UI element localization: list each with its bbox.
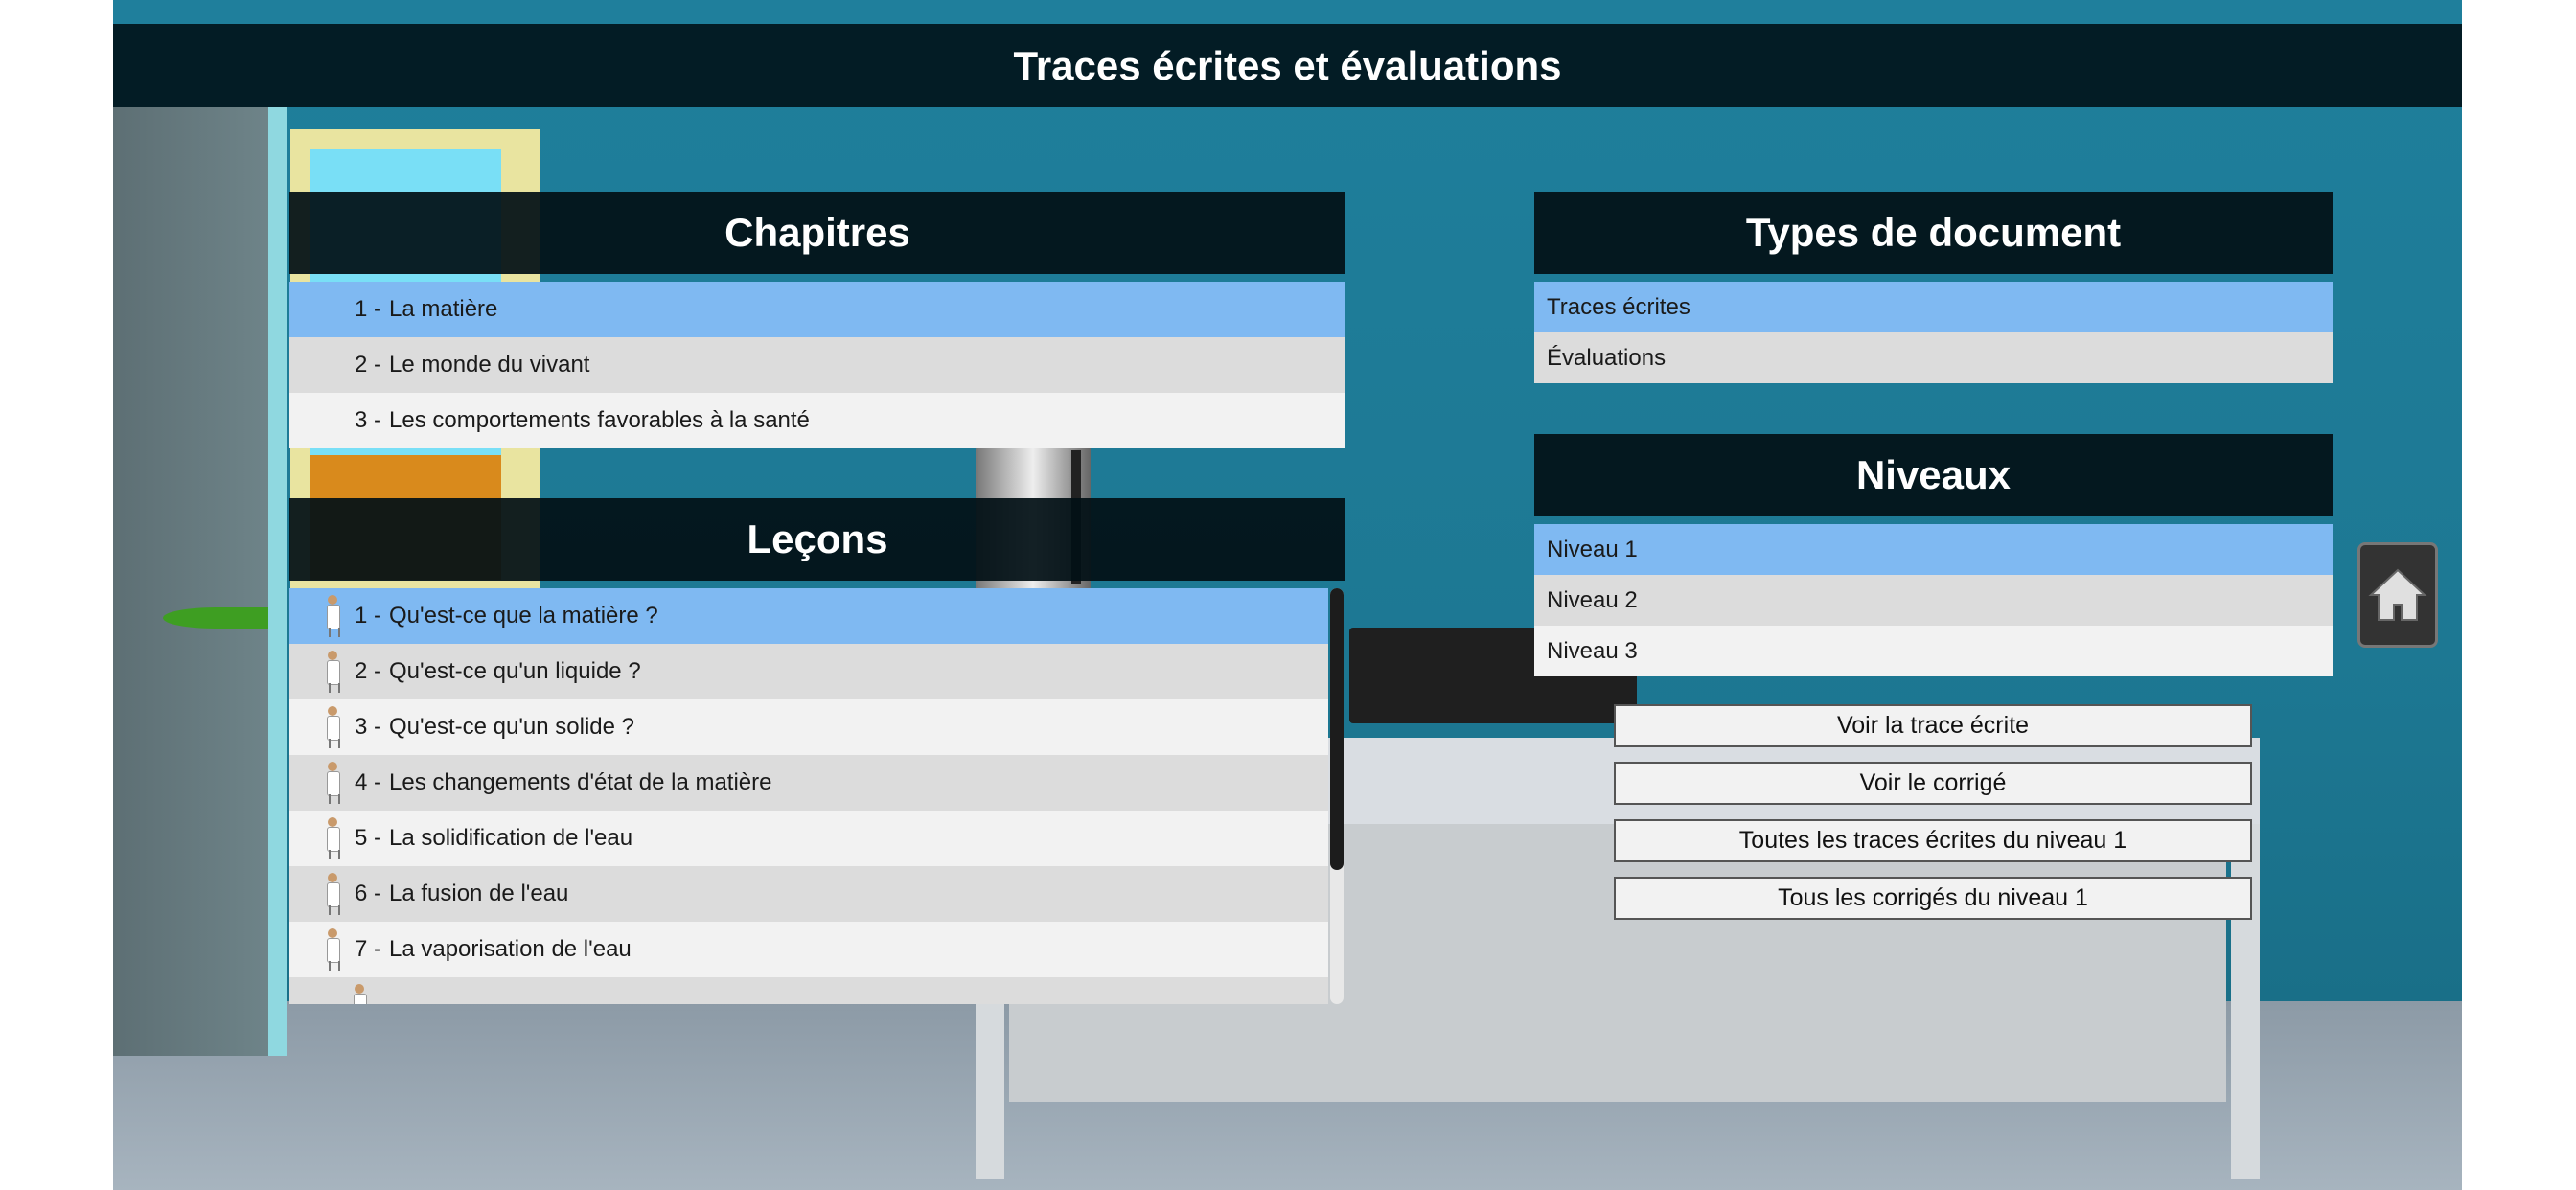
lecon-item-7[interactable]: 7 - La vaporisation de l'eau (289, 922, 1328, 977)
lecon-num: 1 - (354, 603, 381, 629)
student-icon (324, 706, 341, 748)
niveaux-header: Niveaux (1534, 434, 2333, 516)
lecon-num: 5 - (354, 825, 381, 851)
types-list: Traces écrites Évaluations (1534, 282, 2333, 383)
chapitre-label: La matière (389, 296, 498, 322)
student-icon (324, 817, 341, 859)
type-item-traces[interactable]: Traces écrites (1534, 282, 2333, 332)
page-title: Traces écrites et évaluations (113, 24, 2462, 107)
chapitre-num: 1 - (354, 296, 381, 322)
lecon-label: La solidification de l'eau (389, 825, 633, 851)
chapitres-list: 1 - La matière 2 - Le monde du vivant 3 … (289, 282, 1346, 448)
lecon-label: Les changements d'état de la matière (389, 769, 772, 795)
home-icon (2368, 568, 2427, 621)
chapitre-item-3[interactable]: 3 - Les comportements favorables à la sa… (289, 393, 1346, 448)
lecon-item-8-partial[interactable] (289, 977, 1328, 1004)
lecons-header: Leçons (289, 498, 1346, 581)
types-header: Types de document (1534, 192, 2333, 274)
chapitre-num: 2 - (354, 352, 381, 378)
toutes-traces-button[interactable]: Toutes les traces écrites du niveau 1 (1614, 819, 2252, 862)
chapitre-num: 3 - (354, 407, 381, 433)
voir-corrige-button[interactable]: Voir le corrigé (1614, 762, 2252, 805)
student-icon (351, 984, 368, 1004)
lecon-item-4[interactable]: 4 - Les changements d'état de la matière (289, 755, 1328, 811)
lecon-item-5[interactable]: 5 - La solidification de l'eau (289, 811, 1328, 866)
student-icon (324, 595, 341, 637)
lecon-item-1[interactable]: 1 - Qu'est-ce que la matière ? (289, 588, 1328, 644)
lecon-label: La vaporisation de l'eau (389, 936, 632, 962)
lecon-label: Qu'est-ce qu'un solide ? (389, 714, 634, 740)
lecons-list: 1 - Qu'est-ce que la matière ? 2 - Qu'es… (289, 588, 1328, 1004)
student-icon (324, 928, 341, 971)
lecon-label: Qu'est-ce que la matière ? (389, 603, 658, 629)
niveaux-list: Niveau 1 Niveau 2 Niveau 3 (1534, 524, 2333, 679)
niveau-item-1[interactable]: Niveau 1 (1534, 524, 2333, 575)
student-icon (324, 873, 341, 915)
lecon-item-3[interactable]: 3 - Qu'est-ce qu'un solide ? (289, 699, 1328, 755)
lecon-num: 4 - (354, 769, 381, 795)
student-icon (324, 762, 341, 804)
niveau-item-3[interactable]: Niveau 3 (1534, 626, 2333, 676)
door-handle-decoration (163, 607, 268, 629)
lecon-label: Qu'est-ce qu'un liquide ? (389, 658, 641, 684)
home-button[interactable] (2358, 542, 2438, 648)
lecon-num: 6 - (354, 881, 381, 906)
type-item-evaluations[interactable]: Évaluations (1534, 332, 2333, 383)
lecon-label: La fusion de l'eau (389, 881, 569, 906)
lecon-item-6[interactable]: 6 - La fusion de l'eau (289, 866, 1328, 922)
chapitres-header: Chapitres (289, 192, 1346, 274)
lecon-num: 7 - (354, 936, 381, 962)
niveau-item-2[interactable]: Niveau 2 (1534, 575, 2333, 626)
tous-corriges-button[interactable]: Tous les corrigés du niveau 1 (1614, 877, 2252, 920)
chapitre-label: Les comportements favorables à la santé (389, 407, 810, 433)
chapitre-item-2[interactable]: 2 - Le monde du vivant (289, 337, 1346, 393)
lecon-item-2[interactable]: 2 - Qu'est-ce qu'un liquide ? (289, 644, 1328, 699)
voir-trace-button[interactable]: Voir la trace écrite (1614, 704, 2252, 747)
door-decoration (113, 107, 286, 1056)
student-icon (324, 651, 341, 693)
lecons-scrollbar-thumb[interactable] (1330, 588, 1344, 870)
chapitre-label: Le monde du vivant (389, 352, 590, 378)
chapitre-item-1[interactable]: 1 - La matière (289, 282, 1346, 337)
lecon-num: 2 - (354, 658, 381, 684)
lecon-num: 3 - (354, 714, 381, 740)
